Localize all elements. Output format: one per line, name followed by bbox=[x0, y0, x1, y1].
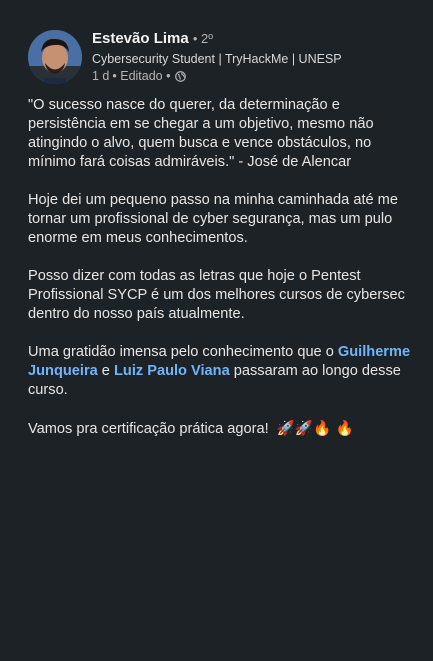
rocket-fire-emoji: 🚀🚀🔥 🔥 bbox=[276, 420, 355, 437]
closing-text: Vamos pra certificação prática agora! bbox=[28, 421, 269, 437]
mention-luiz-paulo-viana[interactable]: Luiz Paulo Viana bbox=[114, 363, 230, 379]
edited-label: • Editado • bbox=[112, 69, 171, 83]
post-paragraph: Posso dizer com todas as letras que hoje… bbox=[28, 268, 405, 322]
avatar-photo bbox=[28, 30, 82, 84]
author-name[interactable]: Estevão Lima bbox=[92, 30, 189, 47]
post-body: "O sucesso nasce do querer, da determina… bbox=[28, 96, 418, 458]
author-line: Estevão Lima • 2º bbox=[92, 29, 422, 49]
post-paragraph-gratitude: Uma gratidão imensa pelo conhecimento qu… bbox=[28, 343, 418, 400]
avatar[interactable] bbox=[28, 30, 82, 84]
post-time: 1 d bbox=[92, 69, 110, 83]
globe-icon bbox=[175, 71, 187, 82]
post-closing: Vamos pra certificação prática agora! 🚀🚀… bbox=[28, 419, 418, 439]
post-header: Estevão Lima • 2º Cybersecurity Student … bbox=[92, 29, 422, 85]
connection-degree: • 2º bbox=[192, 31, 214, 46]
post-meta: 1 d • Editado • bbox=[92, 68, 422, 85]
text-segment: Uma gratidão imensa pelo conhecimento qu… bbox=[28, 344, 338, 360]
post-card: Estevão Lima • 2º Cybersecurity Student … bbox=[0, 0, 433, 661]
text-segment: e bbox=[97, 363, 114, 379]
post-paragraph: Hoje dei um pequeno passo na minha camin… bbox=[28, 192, 398, 246]
post-quote: "O sucesso nasce do querer, da determina… bbox=[28, 97, 374, 170]
author-headline: Cybersecurity Student | TryHackMe | UNES… bbox=[92, 52, 342, 66]
